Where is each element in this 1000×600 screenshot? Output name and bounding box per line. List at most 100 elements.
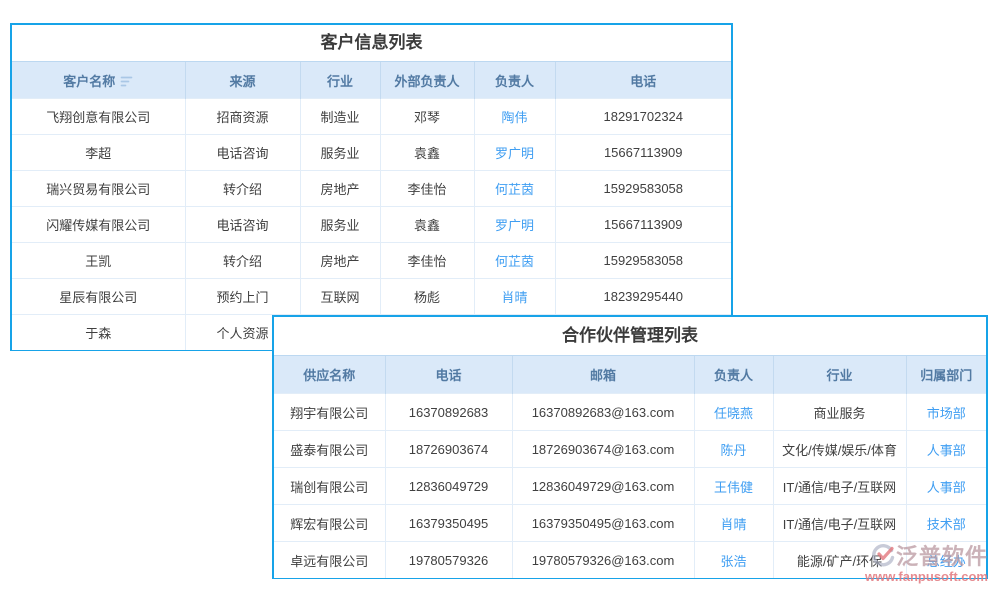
industry-cell: 服务业 bbox=[300, 207, 380, 243]
table-row: 飞翔创意有限公司招商资源制造业邓琴陶伟18291702324 bbox=[12, 99, 731, 135]
customer-table-body: 飞翔创意有限公司招商资源制造业邓琴陶伟18291702324李超电话咨询服务业袁… bbox=[12, 99, 731, 351]
email-cell: 16379350495@163.com bbox=[512, 505, 694, 542]
column-header-email: 邮箱 bbox=[512, 356, 694, 394]
column-header-department: 归属部门 bbox=[906, 356, 986, 394]
phone-cell: 18291702324 bbox=[555, 99, 731, 135]
email-cell: 12836049729@163.com bbox=[512, 468, 694, 505]
email-cell: 19780579326@163.com bbox=[512, 542, 694, 579]
industry-cell: 文化/传媒/娱乐/体育 bbox=[773, 431, 906, 468]
table-row: 辉宏有限公司1637935049516379350495@163.com肖晴IT… bbox=[274, 505, 986, 542]
owner-link-cell[interactable]: 陶伟 bbox=[474, 99, 555, 135]
name-cell: 辉宏有限公司 bbox=[274, 505, 385, 542]
department-link-cell[interactable]: 市场部 bbox=[906, 394, 986, 431]
source-cell: 转介绍 bbox=[185, 171, 300, 207]
owner-link-cell[interactable]: 罗广明 bbox=[474, 135, 555, 171]
industry-cell: 房地产 bbox=[300, 243, 380, 279]
column-header-owner: 负责人 bbox=[474, 62, 555, 99]
owner-link-cell[interactable]: 陈丹 bbox=[694, 431, 773, 468]
table-row: 李超电话咨询服务业袁鑫罗广明15667113909 bbox=[12, 135, 731, 171]
email-cell: 18726903674@163.com bbox=[512, 431, 694, 468]
column-header-phone: 电话 bbox=[385, 356, 512, 394]
external_owner-cell: 袁鑫 bbox=[380, 207, 474, 243]
header-row: 供应名称电话邮箱负责人行业归属部门 bbox=[274, 356, 986, 394]
name-cell: 盛泰有限公司 bbox=[274, 431, 385, 468]
industry-cell: IT/通信/电子/互联网 bbox=[773, 505, 906, 542]
name-cell: 飞翔创意有限公司 bbox=[12, 99, 185, 135]
external_owner-cell: 邓琴 bbox=[380, 99, 474, 135]
customer-table: 客户名称来源行业外部负责人负责人电话 飞翔创意有限公司招商资源制造业邓琴陶伟18… bbox=[12, 61, 731, 350]
table-row: 盛泰有限公司1872690367418726903674@163.com陈丹文化… bbox=[274, 431, 986, 468]
industry-cell: 能源/矿产/环保 bbox=[773, 542, 906, 579]
source-cell: 预约上门 bbox=[185, 279, 300, 315]
partner-table: 供应名称电话邮箱负责人行业归属部门 翔宇有限公司1637089268316370… bbox=[274, 355, 986, 578]
owner-link-cell[interactable]: 何芷茵 bbox=[474, 171, 555, 207]
industry-cell: 互联网 bbox=[300, 279, 380, 315]
industry-cell: IT/通信/电子/互联网 bbox=[773, 468, 906, 505]
partner-table-card: 合作伙伴管理列表 供应名称电话邮箱负责人行业归属部门 翔宇有限公司1637089… bbox=[272, 315, 988, 579]
owner-link-cell[interactable]: 罗广明 bbox=[474, 207, 555, 243]
sort-icon[interactable] bbox=[120, 76, 133, 87]
table-row: 翔宇有限公司1637089268316370892683@163.com任晓燕商… bbox=[274, 394, 986, 431]
industry-cell: 房地产 bbox=[300, 171, 380, 207]
phone-cell: 12836049729 bbox=[385, 468, 512, 505]
partner-table-header: 供应名称电话邮箱负责人行业归属部门 bbox=[274, 356, 986, 394]
phone-cell: 15929583058 bbox=[555, 171, 731, 207]
table-row: 瑞创有限公司1283604972912836049729@163.com王伟健I… bbox=[274, 468, 986, 505]
source-cell: 招商资源 bbox=[185, 99, 300, 135]
owner-link-cell[interactable]: 肖晴 bbox=[474, 279, 555, 315]
owner-link-cell[interactable]: 张浩 bbox=[694, 542, 773, 579]
department-link-cell[interactable]: 人事部 bbox=[906, 468, 986, 505]
external_owner-cell: 李佳怡 bbox=[380, 243, 474, 279]
page: 客户信息列表 客户名称来源行业外部负责人负责人电话 飞翔创意有限公司招商资源制造… bbox=[0, 0, 1000, 600]
column-header-source: 来源 bbox=[185, 62, 300, 99]
column-header-owner: 负责人 bbox=[694, 356, 773, 394]
phone-cell: 15929583058 bbox=[555, 243, 731, 279]
phone-cell: 19780579326 bbox=[385, 542, 512, 579]
external_owner-cell: 袁鑫 bbox=[380, 135, 474, 171]
phone-cell: 16370892683 bbox=[385, 394, 512, 431]
department-link-cell[interactable]: 技术部 bbox=[906, 505, 986, 542]
phone-cell: 15667113909 bbox=[555, 207, 731, 243]
industry-cell: 服务业 bbox=[300, 135, 380, 171]
column-header-industry: 行业 bbox=[300, 62, 380, 99]
external_owner-cell: 杨彪 bbox=[380, 279, 474, 315]
phone-cell: 16379350495 bbox=[385, 505, 512, 542]
name-cell: 李超 bbox=[12, 135, 185, 171]
table-row: 星辰有限公司预约上门互联网杨彪肖晴18239295440 bbox=[12, 279, 731, 315]
header-row: 客户名称来源行业外部负责人负责人电话 bbox=[12, 62, 731, 99]
customer-table-header: 客户名称来源行业外部负责人负责人电话 bbox=[12, 62, 731, 99]
owner-link-cell[interactable]: 任晓燕 bbox=[694, 394, 773, 431]
table-row: 卓远有限公司1978057932619780579326@163.com张浩能源… bbox=[274, 542, 986, 579]
industry-cell: 制造业 bbox=[300, 99, 380, 135]
external_owner-cell: 李佳怡 bbox=[380, 171, 474, 207]
industry-cell: 商业服务 bbox=[773, 394, 906, 431]
partner-table-title: 合作伙伴管理列表 bbox=[274, 317, 986, 355]
column-header-external_owner: 外部负责人 bbox=[380, 62, 474, 99]
customer-table-card: 客户信息列表 客户名称来源行业外部负责人负责人电话 飞翔创意有限公司招商资源制造… bbox=[10, 23, 733, 351]
column-header-name[interactable]: 客户名称 bbox=[12, 62, 185, 99]
name-cell: 卓远有限公司 bbox=[274, 542, 385, 579]
source-cell: 电话咨询 bbox=[185, 207, 300, 243]
customer-table-title: 客户信息列表 bbox=[12, 25, 731, 61]
owner-link-cell[interactable]: 肖晴 bbox=[694, 505, 773, 542]
name-cell: 翔宇有限公司 bbox=[274, 394, 385, 431]
department-link-cell[interactable]: 人事部 bbox=[906, 431, 986, 468]
phone-cell: 18726903674 bbox=[385, 431, 512, 468]
table-row: 闪耀传媒有限公司电话咨询服务业袁鑫罗广明15667113909 bbox=[12, 207, 731, 243]
email-cell: 16370892683@163.com bbox=[512, 394, 694, 431]
phone-cell: 18239295440 bbox=[555, 279, 731, 315]
owner-link-cell[interactable]: 何芷茵 bbox=[474, 243, 555, 279]
name-cell: 闪耀传媒有限公司 bbox=[12, 207, 185, 243]
source-cell: 转介绍 bbox=[185, 243, 300, 279]
name-cell: 瑞兴贸易有限公司 bbox=[12, 171, 185, 207]
name-cell: 星辰有限公司 bbox=[12, 279, 185, 315]
owner-link-cell[interactable]: 王伟健 bbox=[694, 468, 773, 505]
phone-cell: 15667113909 bbox=[555, 135, 731, 171]
department-link-cell[interactable]: 总经办 bbox=[906, 542, 986, 579]
source-cell: 电话咨询 bbox=[185, 135, 300, 171]
table-row: 王凯转介绍房地产李佳怡何芷茵15929583058 bbox=[12, 243, 731, 279]
table-row: 瑞兴贸易有限公司转介绍房地产李佳怡何芷茵15929583058 bbox=[12, 171, 731, 207]
column-header-name: 供应名称 bbox=[274, 356, 385, 394]
name-cell: 王凯 bbox=[12, 243, 185, 279]
name-cell: 于森 bbox=[12, 315, 185, 351]
